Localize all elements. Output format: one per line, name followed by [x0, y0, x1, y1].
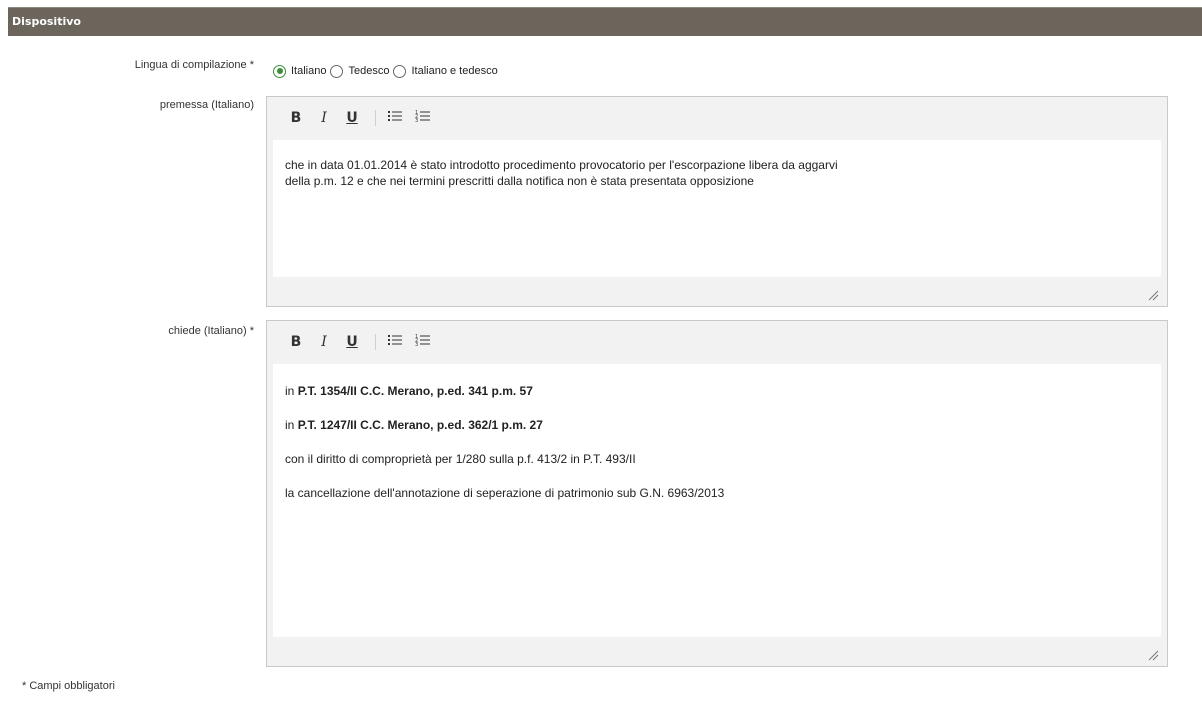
bold-button[interactable]: B — [285, 334, 307, 350]
section-title: Dispositivo — [12, 15, 81, 28]
underline-button[interactable]: U — [341, 334, 363, 350]
radio-italiano[interactable]: Italiano — [273, 64, 327, 78]
lingua-radio-group: Italiano Tedesco Italiano e tedesco — [273, 62, 502, 80]
editor-toolbar: B I U 123 — [267, 97, 1167, 139]
chiede-paragraph: la cancellazione dell'annotazione di sep… — [285, 486, 725, 500]
premessa-content[interactable]: che in data 01.01.2014 è stato introdott… — [273, 140, 1161, 277]
italic-button[interactable]: I — [313, 334, 335, 350]
numbered-list-icon[interactable]: 123 — [412, 333, 434, 351]
chiede-paragraph: in P.T. 1354/II C.C. Merano, p.ed. 341 p… — [285, 383, 1161, 399]
radio-label: Italiano e tedesco — [411, 65, 498, 77]
underline-button[interactable]: U — [341, 110, 363, 126]
italic-button[interactable]: I — [313, 110, 335, 126]
section-header: Dispositivo — [8, 7, 1202, 36]
bold-button[interactable]: B — [285, 110, 307, 126]
resize-handle-icon[interactable] — [1147, 648, 1159, 661]
lingua-label: Lingua di compilazione * — [134, 59, 254, 71]
chiede-content[interactable]: in P.T. 1354/II C.C. Merano, p.ed. 341 p… — [273, 364, 1161, 637]
premessa-line: della p.m. 12 e che nei termini prescrit… — [285, 174, 754, 188]
chiede-paragraph: con il diritto di comproprietà per 1/280… — [285, 452, 636, 466]
radio-button[interactable] — [393, 64, 407, 78]
bullet-list-icon[interactable] — [384, 109, 406, 127]
toolbar-separator — [375, 334, 376, 350]
radio-button[interactable] — [330, 64, 344, 78]
premessa-line: che in data 01.01.2014 è stato introdott… — [285, 158, 838, 172]
radio-tedesco[interactable]: Tedesco — [330, 64, 390, 78]
chiede-editor: B I U 123 in P.T. 1354/II C.C. Merano, p… — [266, 320, 1168, 667]
toolbar-separator — [375, 110, 376, 126]
numbered-list-icon[interactable]: 123 — [412, 109, 434, 127]
required-fields-note: * Campi obbligatori — [22, 680, 115, 692]
chiede-label: chiede (Italiano) * — [168, 325, 254, 337]
svg-text:3: 3 — [415, 118, 418, 123]
editor-toolbar: B I U 123 — [267, 321, 1167, 363]
radio-button-checked[interactable] — [273, 64, 286, 78]
text-bold: P.T. 1354/II C.C. Merano, p.ed. 341 p.m.… — [297, 384, 533, 398]
radio-label: Tedesco — [348, 65, 390, 77]
radio-label: Italiano — [291, 65, 327, 77]
text-prefix: in — [285, 384, 298, 398]
resize-handle-icon[interactable] — [1147, 288, 1159, 301]
svg-text:3: 3 — [415, 342, 418, 347]
text-prefix: in — [285, 418, 298, 432]
bullet-list-icon[interactable] — [384, 333, 406, 351]
text-bold: P.T. 1247/II C.C. Merano, p.ed. 362/1 p.… — [297, 418, 543, 432]
radio-italiano-e-tedesco[interactable]: Italiano e tedesco — [393, 64, 498, 78]
premessa-editor: B I U 123 che in data 01.01.2014 è stato… — [266, 96, 1168, 307]
premessa-label: premessa (Italiano) — [159, 99, 254, 111]
chiede-paragraph: in P.T. 1247/II C.C. Merano, p.ed. 362/1… — [285, 417, 1161, 433]
